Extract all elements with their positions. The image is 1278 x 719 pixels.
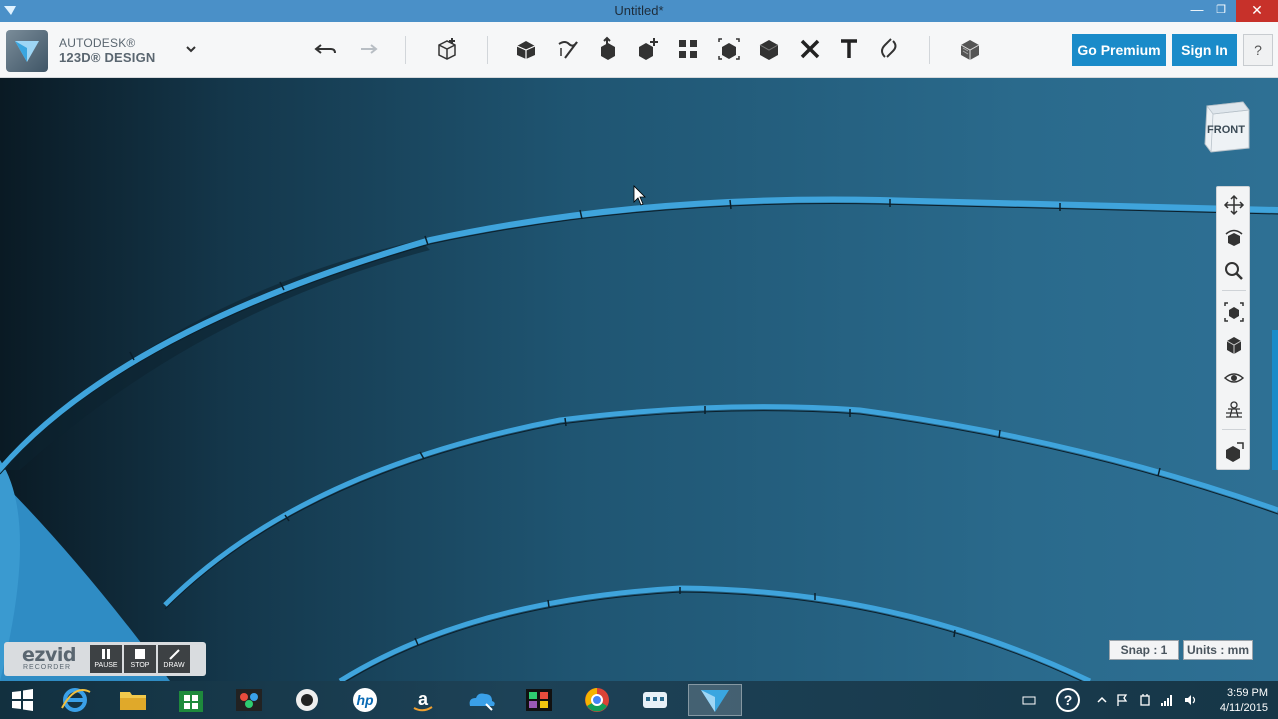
view-cube-face-label[interactable]: FRONT [1206, 124, 1246, 136]
delete-icon[interactable] [797, 36, 823, 62]
redo-icon[interactable] [353, 36, 379, 62]
123d-design-icon [701, 690, 729, 712]
chevron-down-icon[interactable] [184, 42, 198, 56]
draw-pen-icon [169, 649, 180, 660]
close-button[interactable]: ✕ [1236, 0, 1278, 22]
grid-view-icon[interactable] [1223, 399, 1245, 421]
ezvid-logo: ezvid [22, 644, 76, 666]
measure-icon[interactable] [756, 36, 782, 62]
combine-icon[interactable] [716, 36, 742, 62]
ezvid-draw-button[interactable]: DRAW [158, 645, 190, 673]
sketch-icon[interactable] [513, 36, 539, 62]
app-menu-logo[interactable] [6, 30, 48, 72]
restore-button[interactable]: ❐ [1209, 0, 1233, 22]
media-app-icon[interactable] [284, 684, 330, 716]
go-premium-button[interactable]: Go Premium [1072, 34, 1166, 66]
side-panel-tab[interactable] [1272, 330, 1278, 470]
primitives-icon[interactable] [434, 36, 460, 62]
amazon-icon[interactable]: a [400, 684, 446, 716]
chrome-icon[interactable] [574, 684, 620, 716]
pattern-icon[interactable] [635, 36, 661, 62]
svg-text:a: a [418, 689, 429, 709]
material-icon[interactable] [957, 36, 983, 62]
visibility-eye-icon[interactable] [1223, 367, 1245, 389]
text-icon[interactable] [836, 36, 862, 62]
nav-divider [1222, 429, 1246, 430]
stop-icon [135, 649, 145, 659]
keyboard-icon[interactable] [1022, 693, 1036, 707]
toolbar-divider [487, 36, 488, 64]
show-hidden-icons-icon[interactable] [1095, 693, 1109, 707]
minimize-button[interactable]: — [1185, 0, 1209, 22]
help-button[interactable]: ? [1243, 34, 1273, 66]
photo-app-icon[interactable] [226, 684, 272, 716]
nav-divider [1222, 290, 1246, 291]
volume-icon[interactable] [1183, 693, 1197, 707]
brand-name: AUTODESK® [59, 36, 136, 50]
taskbar-123d-design[interactable] [688, 684, 742, 716]
scene-canvas [0, 78, 1278, 681]
svg-text:hp: hp [356, 692, 374, 708]
clock-date[interactable]: 4/11/2015 [1206, 702, 1268, 714]
ezvid-subtitle: RECORDER [23, 664, 72, 671]
pause-icon [102, 649, 110, 659]
construct-icon[interactable] [555, 36, 581, 62]
help-tray-icon[interactable]: ? [1054, 686, 1082, 714]
pan-icon[interactable] [1223, 194, 1245, 216]
perspective-icon[interactable] [1223, 334, 1245, 356]
window-title: Untitled* [614, 3, 664, 18]
app-window: Untitled* — ❐ ✕ AUTODESK® 123D® DESIGN G… [0, 0, 1278, 719]
hp-icon[interactable]: hp [342, 684, 388, 716]
ezvid-stop-button[interactable]: STOP [124, 645, 156, 673]
video-editor-icon[interactable] [516, 684, 562, 716]
fit-icon[interactable] [1223, 301, 1245, 323]
123d-logo-icon [15, 41, 39, 62]
network-signal-icon[interactable] [1160, 693, 1174, 707]
modify-icon[interactable] [595, 36, 621, 62]
power-icon[interactable] [1138, 693, 1152, 707]
clock-time[interactable]: 3:59 PM [1212, 687, 1268, 699]
product-name: 123D® DESIGN [59, 50, 156, 65]
stop-label: STOP [130, 662, 150, 669]
sign-in-button[interactable]: Sign In [1172, 34, 1237, 66]
grouping-icon[interactable] [675, 36, 701, 62]
snap-indicator[interactable]: Snap : 1 [1109, 640, 1179, 660]
action-center-flag-icon[interactable] [1115, 693, 1129, 707]
snap-icon[interactable] [876, 36, 902, 62]
title-bar: Untitled* — ❐ ✕ [0, 0, 1278, 22]
store-icon[interactable] [168, 684, 214, 716]
network-app-icon[interactable] [632, 684, 678, 716]
internet-explorer-icon[interactable] [52, 684, 98, 716]
3d-viewport[interactable] [0, 78, 1278, 681]
pause-label: PAUSE [94, 662, 118, 669]
svg-text:?: ? [1064, 692, 1073, 708]
windows-taskbar: hp a ? 3:59 PM 4/11/2015 [0, 681, 1278, 719]
toolbar-divider [405, 36, 406, 64]
app-toolbar: AUTODESK® 123D® DESIGN Go Premium Sign I… [0, 22, 1278, 78]
zoom-icon[interactable] [1223, 260, 1245, 282]
navigation-bar [1216, 186, 1250, 470]
onedrive-icon[interactable] [458, 684, 504, 716]
toolbar-divider [929, 36, 930, 64]
material-settings-icon[interactable] [1223, 441, 1245, 463]
undo-icon[interactable] [313, 36, 339, 62]
draw-label: DRAW [163, 662, 185, 669]
start-icon[interactable] [0, 684, 44, 716]
ezvid-recorder-widget: ezvid RECORDER PAUSE STOP DRAW [4, 642, 206, 676]
ezvid-pause-button[interactable]: PAUSE [90, 645, 122, 673]
units-indicator[interactable]: Units : mm [1183, 640, 1253, 660]
file-explorer-icon[interactable] [110, 684, 156, 716]
orbit-icon[interactable] [1223, 227, 1245, 249]
